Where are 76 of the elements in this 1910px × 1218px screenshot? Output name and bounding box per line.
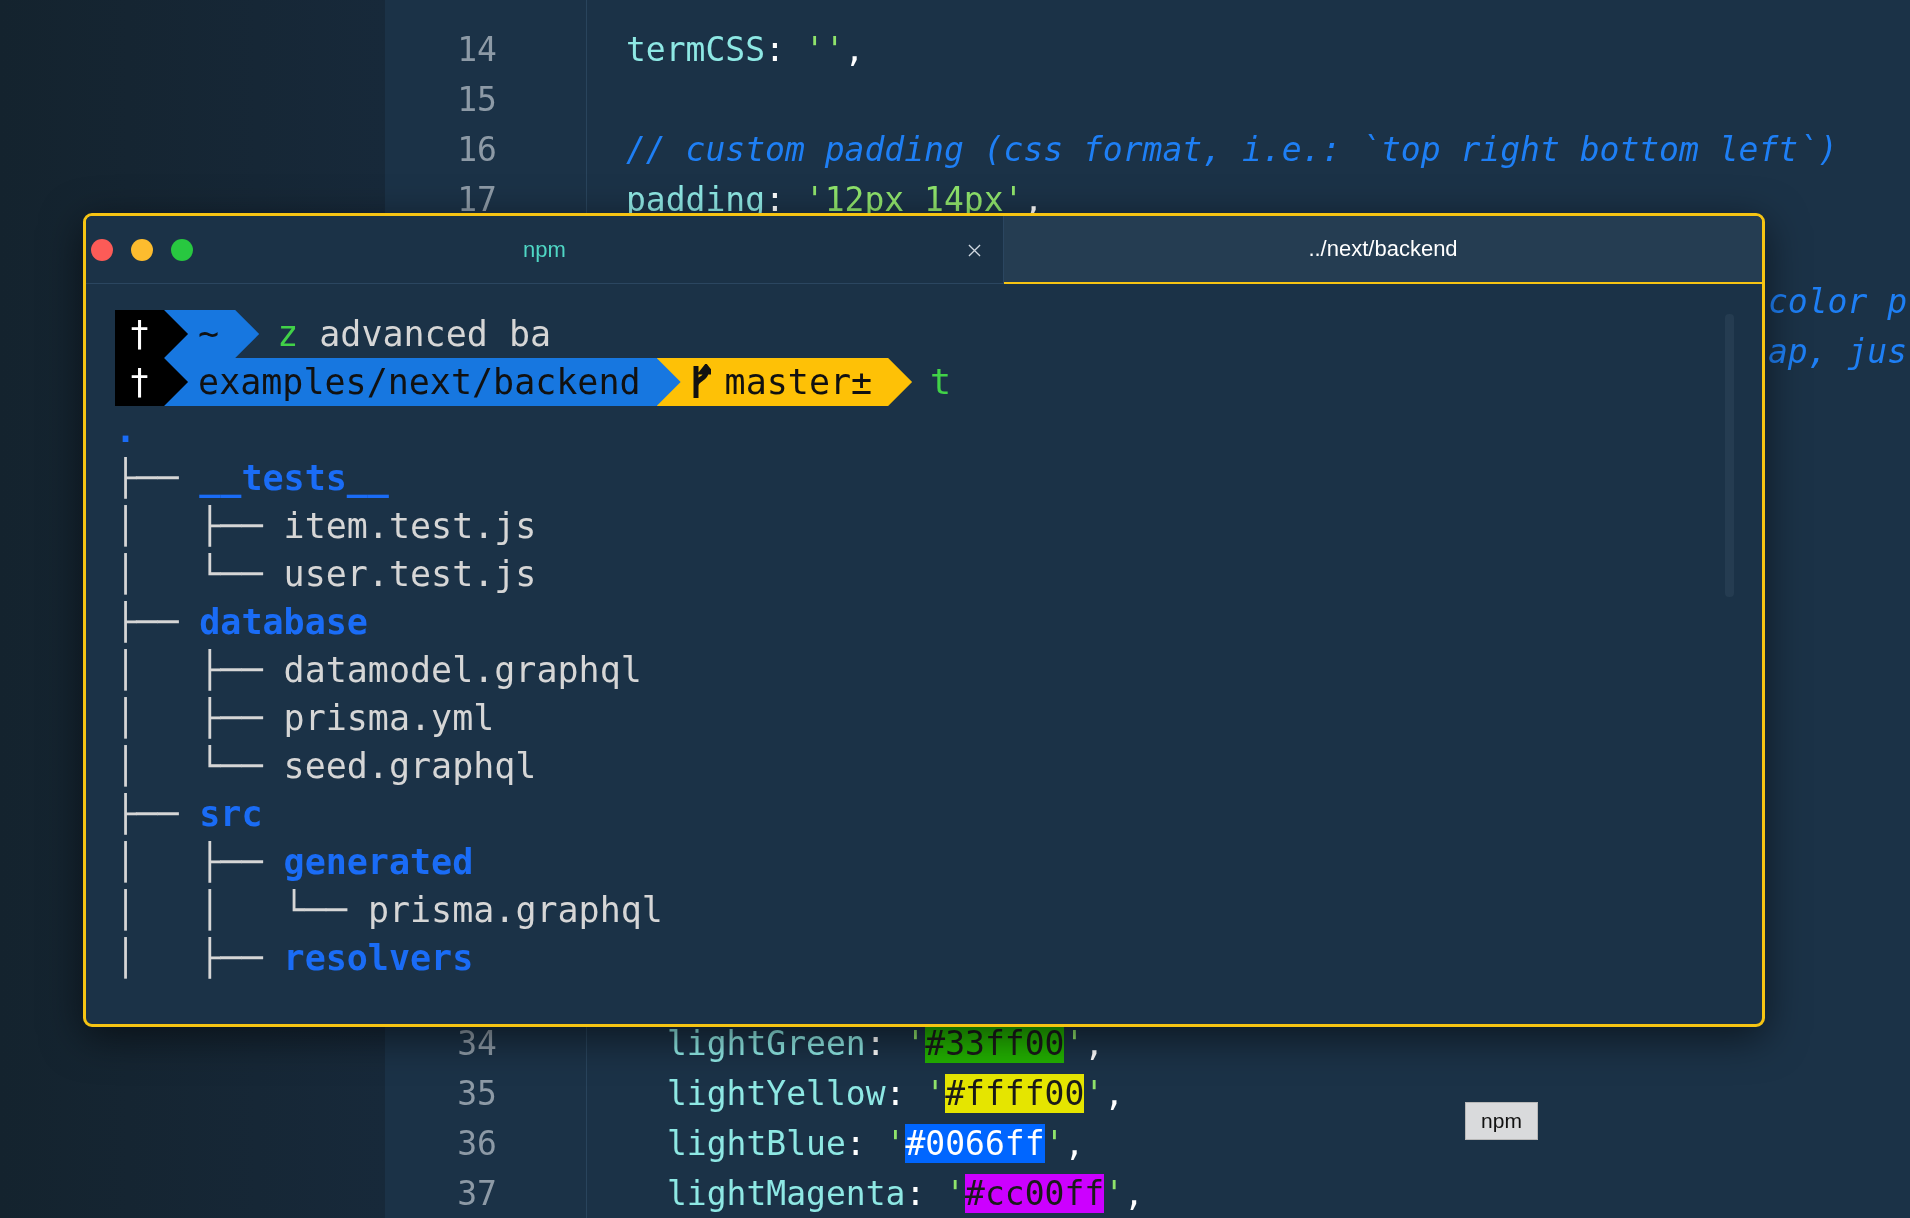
file-name: user.test.js	[283, 554, 537, 594]
command-text: z	[277, 314, 299, 354]
punctuation: :	[865, 1023, 887, 1063]
file-name: datamodel.graphql	[283, 650, 642, 690]
file-name: item.test.js	[283, 506, 537, 546]
close-icon[interactable]	[968, 244, 981, 257]
tree-guide: ├──	[115, 602, 180, 642]
tree-guide: │ └──	[115, 746, 264, 786]
close-window-icon[interactable]	[91, 239, 113, 261]
line-number: 36	[456, 1123, 497, 1163]
property-name: padding	[626, 179, 766, 219]
tree-guide: │ ├──	[115, 842, 264, 882]
code-comment: color p	[1768, 281, 1908, 321]
color-value: #cc00ff	[965, 1173, 1105, 1213]
line-number: 16	[456, 129, 497, 169]
punctuation: :	[885, 1073, 907, 1113]
folder-name: generated	[283, 842, 474, 882]
color-value: #ffff00	[945, 1073, 1085, 1113]
string-literal: '12px 14px'	[804, 179, 1024, 219]
punctuation: ,	[1104, 1073, 1124, 1113]
tree-guide: │ └──	[115, 554, 264, 594]
branch-segment: master±	[656, 358, 913, 406]
line-number: 37	[456, 1173, 497, 1213]
string-literal: '	[945, 1173, 966, 1213]
property-name: termCSS	[626, 29, 766, 69]
string-literal: '	[1084, 1073, 1105, 1113]
string-literal: '	[925, 1073, 946, 1113]
command-text: advanced ba	[319, 314, 552, 354]
punctuation: ,	[1064, 1123, 1085, 1163]
folder-name: src	[199, 794, 263, 834]
color-value: #0066ff	[905, 1123, 1045, 1163]
folder-name: resolvers	[283, 938, 474, 978]
terminal-tab[interactable]: npm	[86, 216, 1004, 284]
property-name: lightGreen	[667, 1023, 866, 1063]
path-segment: examples/next/backend	[164, 358, 681, 406]
line-number: 35	[456, 1073, 497, 1113]
folder-name: .	[115, 410, 137, 450]
punctuation: ,	[844, 29, 865, 69]
tree-guide: ├──	[115, 458, 180, 498]
folder-name: __tests__	[199, 458, 389, 498]
file-name: prisma.graphql	[367, 890, 663, 930]
command-text: t	[930, 362, 952, 402]
property-name: lightYellow	[667, 1073, 886, 1113]
folder-name: database	[199, 602, 368, 642]
punctuation: :	[765, 29, 786, 69]
string-literal: '	[905, 1023, 926, 1063]
tree-guide: │ ├──	[115, 506, 264, 546]
code-comment: // custom padding (css format, i.e.: `top right bottom left`)	[626, 129, 1838, 169]
tree-guide: │ │ └──	[115, 890, 349, 930]
code-comment: ap, jus	[1768, 331, 1908, 371]
string-literal: '	[1064, 1023, 1085, 1063]
line-number: 34	[456, 1023, 497, 1063]
punctuation: :	[845, 1123, 867, 1163]
tree-guide: │ ├──	[115, 938, 264, 978]
string-literal: '	[885, 1123, 906, 1163]
punctuation: ,	[1124, 1173, 1144, 1213]
file-name: prisma.yml	[283, 698, 495, 738]
property-name: lightBlue	[667, 1123, 846, 1163]
punctuation: :	[765, 179, 786, 219]
punctuation: ,	[1084, 1023, 1105, 1063]
property-name: lightMagenta	[667, 1173, 906, 1213]
minimize-icon[interactable]	[131, 239, 153, 261]
terminal-tab[interactable]: ../next/backend	[1004, 216, 1762, 284]
string-literal: '	[1104, 1173, 1124, 1213]
line-number: 14	[456, 29, 497, 69]
maximize-icon[interactable]	[171, 239, 193, 261]
file-name: seed.graphql	[283, 746, 537, 786]
line-number: 15	[456, 79, 497, 119]
tree-guide: ├──	[115, 794, 180, 834]
tree-guide: │ ├──	[115, 650, 264, 690]
punctuation: :	[905, 1173, 927, 1213]
line-number: 17	[456, 179, 497, 219]
tree-guide: │ ├──	[115, 698, 264, 738]
tooltip: npm	[1465, 1102, 1538, 1140]
string-literal: ''	[804, 29, 845, 69]
string-literal: '	[1044, 1123, 1065, 1163]
